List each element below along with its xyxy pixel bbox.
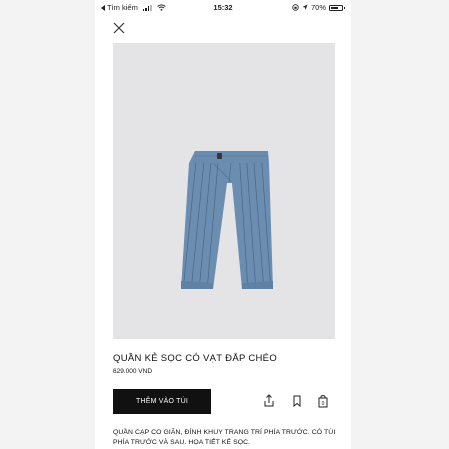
status-right: 70% xyxy=(292,3,345,12)
pants-illustration xyxy=(181,151,273,289)
status-bar: Tìm kiếm 15:32 70% xyxy=(95,0,351,14)
battery-fill xyxy=(331,6,338,9)
close-icon xyxy=(113,22,125,34)
product-description: QUẦN CẠP CO GIÃN, ĐÍNH KHUY TRANG TRÍ PH… xyxy=(113,429,336,446)
product-image[interactable] xyxy=(113,43,335,339)
shopping-bag-icon: 0 xyxy=(318,395,328,408)
add-to-cart-button[interactable]: THÊM VÀO TÚI xyxy=(113,389,211,414)
bookmark-button[interactable] xyxy=(290,393,304,409)
app-screen: Tìm kiếm 15:32 70% QUẦN KẺ SỌC CÓ VẠT ĐẮ… xyxy=(95,0,351,449)
share-icon xyxy=(264,394,274,407)
location-arrow-icon xyxy=(302,4,308,10)
close-button[interactable] xyxy=(111,20,127,36)
svg-text:0: 0 xyxy=(322,401,325,407)
battery-percent: 70% xyxy=(310,3,326,12)
orientation-lock-icon xyxy=(292,4,299,11)
cart-button[interactable]: 0 xyxy=(316,393,330,409)
product-price: 629.000 VND xyxy=(113,368,153,375)
share-button[interactable] xyxy=(262,393,276,409)
bookmark-icon xyxy=(293,395,301,408)
product-title: QUẦN KẺ SỌC CÓ VẠT ĐẮP CHÉO xyxy=(113,353,278,364)
battery-icon xyxy=(329,4,345,11)
